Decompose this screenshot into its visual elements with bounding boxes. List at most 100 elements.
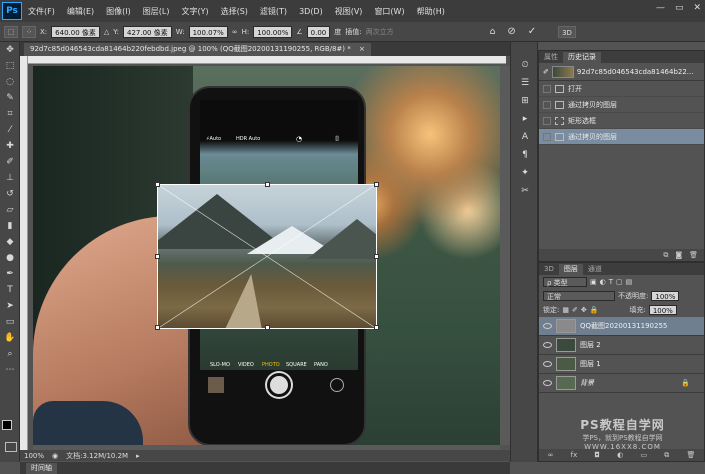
transform-handle-bm[interactable] xyxy=(265,325,270,330)
transform-handle-br[interactable] xyxy=(374,325,379,330)
move-tool-icon[interactable]: ✥ xyxy=(0,42,20,58)
angle-field[interactable]: 0.00 xyxy=(306,25,331,38)
new-snapshot-icon[interactable]: ◙ xyxy=(675,251,682,259)
menu-help[interactable]: 帮助(H) xyxy=(411,6,451,17)
transform-handle-tm[interactable] xyxy=(265,182,270,187)
lock-paint-icon[interactable]: ✐ xyxy=(572,306,578,314)
history-source-checkbox[interactable] xyxy=(543,116,551,125)
history-row-selected[interactable]: 通过拷贝的图层 xyxy=(539,129,704,145)
properties-panel-icon[interactable]: ☰ xyxy=(511,74,539,92)
foreground-color-swatch[interactable] xyxy=(2,420,12,430)
quick-mask-icon[interactable] xyxy=(5,442,17,452)
blend-mode-select[interactable]: 正常 xyxy=(543,291,615,301)
crop-tool-icon[interactable]: ⌗ xyxy=(0,106,20,122)
marquee-tool-icon[interactable]: ⬚ xyxy=(0,58,20,74)
layer-row[interactable]: QQ截图20200131190255 xyxy=(539,317,704,336)
link-layers-icon[interactable]: ∞ xyxy=(548,451,554,459)
delete-state-icon[interactable]: 🗑 xyxy=(689,251,698,259)
layer-style-icon[interactable]: fx xyxy=(571,451,578,459)
history-source-checkbox[interactable] xyxy=(543,84,551,93)
eyedropper-tool-icon[interactable]: ⁄ xyxy=(0,122,20,138)
3d-mode-badge[interactable]: 3D xyxy=(558,25,576,38)
menu-filter[interactable]: 滤镜(T) xyxy=(254,6,293,17)
history-source-checkbox[interactable] xyxy=(543,100,551,109)
filter-adjust-icon[interactable]: ◐ xyxy=(600,278,606,286)
filter-type-icon[interactable]: T xyxy=(609,278,613,286)
clone-stamp-tool-icon[interactable]: ⊥ xyxy=(0,170,20,186)
filter-smart-icon[interactable]: ▤ xyxy=(626,278,633,286)
lock-all-icon[interactable]: 🔒 xyxy=(590,306,599,314)
lock-transparent-icon[interactable]: ▦ xyxy=(562,306,569,314)
menu-3d[interactable]: 3D(D) xyxy=(293,7,329,16)
horizontal-ruler[interactable] xyxy=(28,56,506,64)
relative-icon[interactable]: △ xyxy=(104,28,109,36)
transform-handle-mr[interactable] xyxy=(374,254,379,259)
status-menu-arrow[interactable]: ▸ xyxy=(136,452,140,460)
lasso-tool-icon[interactable]: ◌ xyxy=(0,74,20,90)
pen-tool-icon[interactable]: ✒ xyxy=(0,266,20,282)
visibility-eye-icon[interactable] xyxy=(543,380,552,386)
filter-pixel-icon[interactable]: ▣ xyxy=(590,278,597,286)
new-group-icon[interactable]: ▭ xyxy=(640,451,647,459)
close-document-icon[interactable]: × xyxy=(359,45,365,53)
y-field[interactable]: 427.00 像素 xyxy=(122,25,172,38)
vertical-ruler[interactable] xyxy=(20,56,28,450)
new-document-from-state-icon[interactable]: ⧉ xyxy=(663,251,668,260)
add-mask-icon[interactable]: ◘ xyxy=(594,451,600,459)
restore-button[interactable]: ▭ xyxy=(675,3,684,13)
close-button[interactable]: ✕ xyxy=(693,3,701,13)
fill-field[interactable]: 100% xyxy=(648,305,677,315)
delete-layer-icon[interactable]: 🗑 xyxy=(686,451,695,459)
reference-point-icon[interactable]: ⁘ xyxy=(22,25,36,38)
visibility-eye-icon[interactable] xyxy=(543,323,552,329)
minimize-button[interactable]: — xyxy=(656,3,665,13)
gradient-tool-icon[interactable]: ▮ xyxy=(0,218,20,234)
transform-handle-tl[interactable] xyxy=(155,182,160,187)
interp-value[interactable]: 两次立方 xyxy=(366,27,394,37)
new-layer-icon[interactable]: ⧉ xyxy=(664,451,669,460)
character-panel-icon[interactable]: A xyxy=(511,128,539,146)
layer-row[interactable]: 图层 2 xyxy=(539,336,704,355)
history-panel-icon[interactable]: ⏲ xyxy=(511,56,539,74)
brush-panel-icon[interactable]: ✦ xyxy=(511,164,539,182)
tab-layers[interactable]: 图层 xyxy=(558,264,583,275)
menu-image[interactable]: 图像(I) xyxy=(100,6,137,17)
type-tool-icon[interactable]: T xyxy=(0,282,20,298)
x-field[interactable]: 640.00 像素 xyxy=(51,25,100,38)
commit-transform-icon[interactable]: ✓ xyxy=(528,26,536,37)
history-row[interactable]: 打开 xyxy=(539,81,704,97)
transform-handle-tr[interactable] xyxy=(374,182,379,187)
free-transform-box[interactable] xyxy=(155,182,379,330)
visibility-eye-icon[interactable] xyxy=(543,342,552,348)
menu-edit[interactable]: 编辑(E) xyxy=(61,6,100,17)
dodge-tool-icon[interactable]: ● xyxy=(0,250,20,266)
lock-move-icon[interactable]: ✥ xyxy=(581,306,587,314)
filter-shape-icon[interactable]: ▢ xyxy=(616,278,623,286)
history-row[interactable]: 通过拷贝的图层 xyxy=(539,97,704,113)
healing-brush-tool-icon[interactable]: ✚ xyxy=(0,138,20,154)
history-row[interactable]: 矩形选框 xyxy=(539,113,704,129)
warp-icon[interactable]: ⌂ xyxy=(490,27,496,37)
cancel-transform-icon[interactable]: ⊘ xyxy=(507,26,515,37)
history-source-checkbox[interactable] xyxy=(543,132,551,141)
visibility-eye-icon[interactable] xyxy=(543,361,552,367)
w-field[interactable]: 100.07% xyxy=(188,25,228,38)
transform-handle-bl[interactable] xyxy=(155,325,160,330)
link-icon[interactable]: ∞ xyxy=(232,28,238,36)
opacity-field[interactable]: 100% xyxy=(651,291,680,301)
brush-source-icon[interactable]: ✐ xyxy=(543,68,549,76)
menu-layer[interactable]: 图层(L) xyxy=(137,6,176,17)
blur-tool-icon[interactable]: ◆ xyxy=(0,234,20,250)
tool-presets-icon[interactable]: ✂ xyxy=(511,182,539,200)
tab-properties[interactable]: 属性 xyxy=(539,52,563,63)
paragraph-panel-icon[interactable]: ¶ xyxy=(511,146,539,164)
tab-channels[interactable]: 通道 xyxy=(583,264,607,275)
brush-tool-icon[interactable]: ✐ xyxy=(0,154,20,170)
shape-tool-icon[interactable]: ▭ xyxy=(0,314,20,330)
actions-panel-icon[interactable]: ▸ xyxy=(511,110,539,128)
status-info-icon[interactable]: ◉ xyxy=(52,452,58,460)
adjust-panel-icon[interactable]: ⊞ xyxy=(511,92,539,110)
zoom-level[interactable]: 100% xyxy=(24,452,44,460)
transform-handle-ml[interactable] xyxy=(155,254,160,259)
timeline-tab[interactable]: 时间轴 xyxy=(26,463,57,474)
